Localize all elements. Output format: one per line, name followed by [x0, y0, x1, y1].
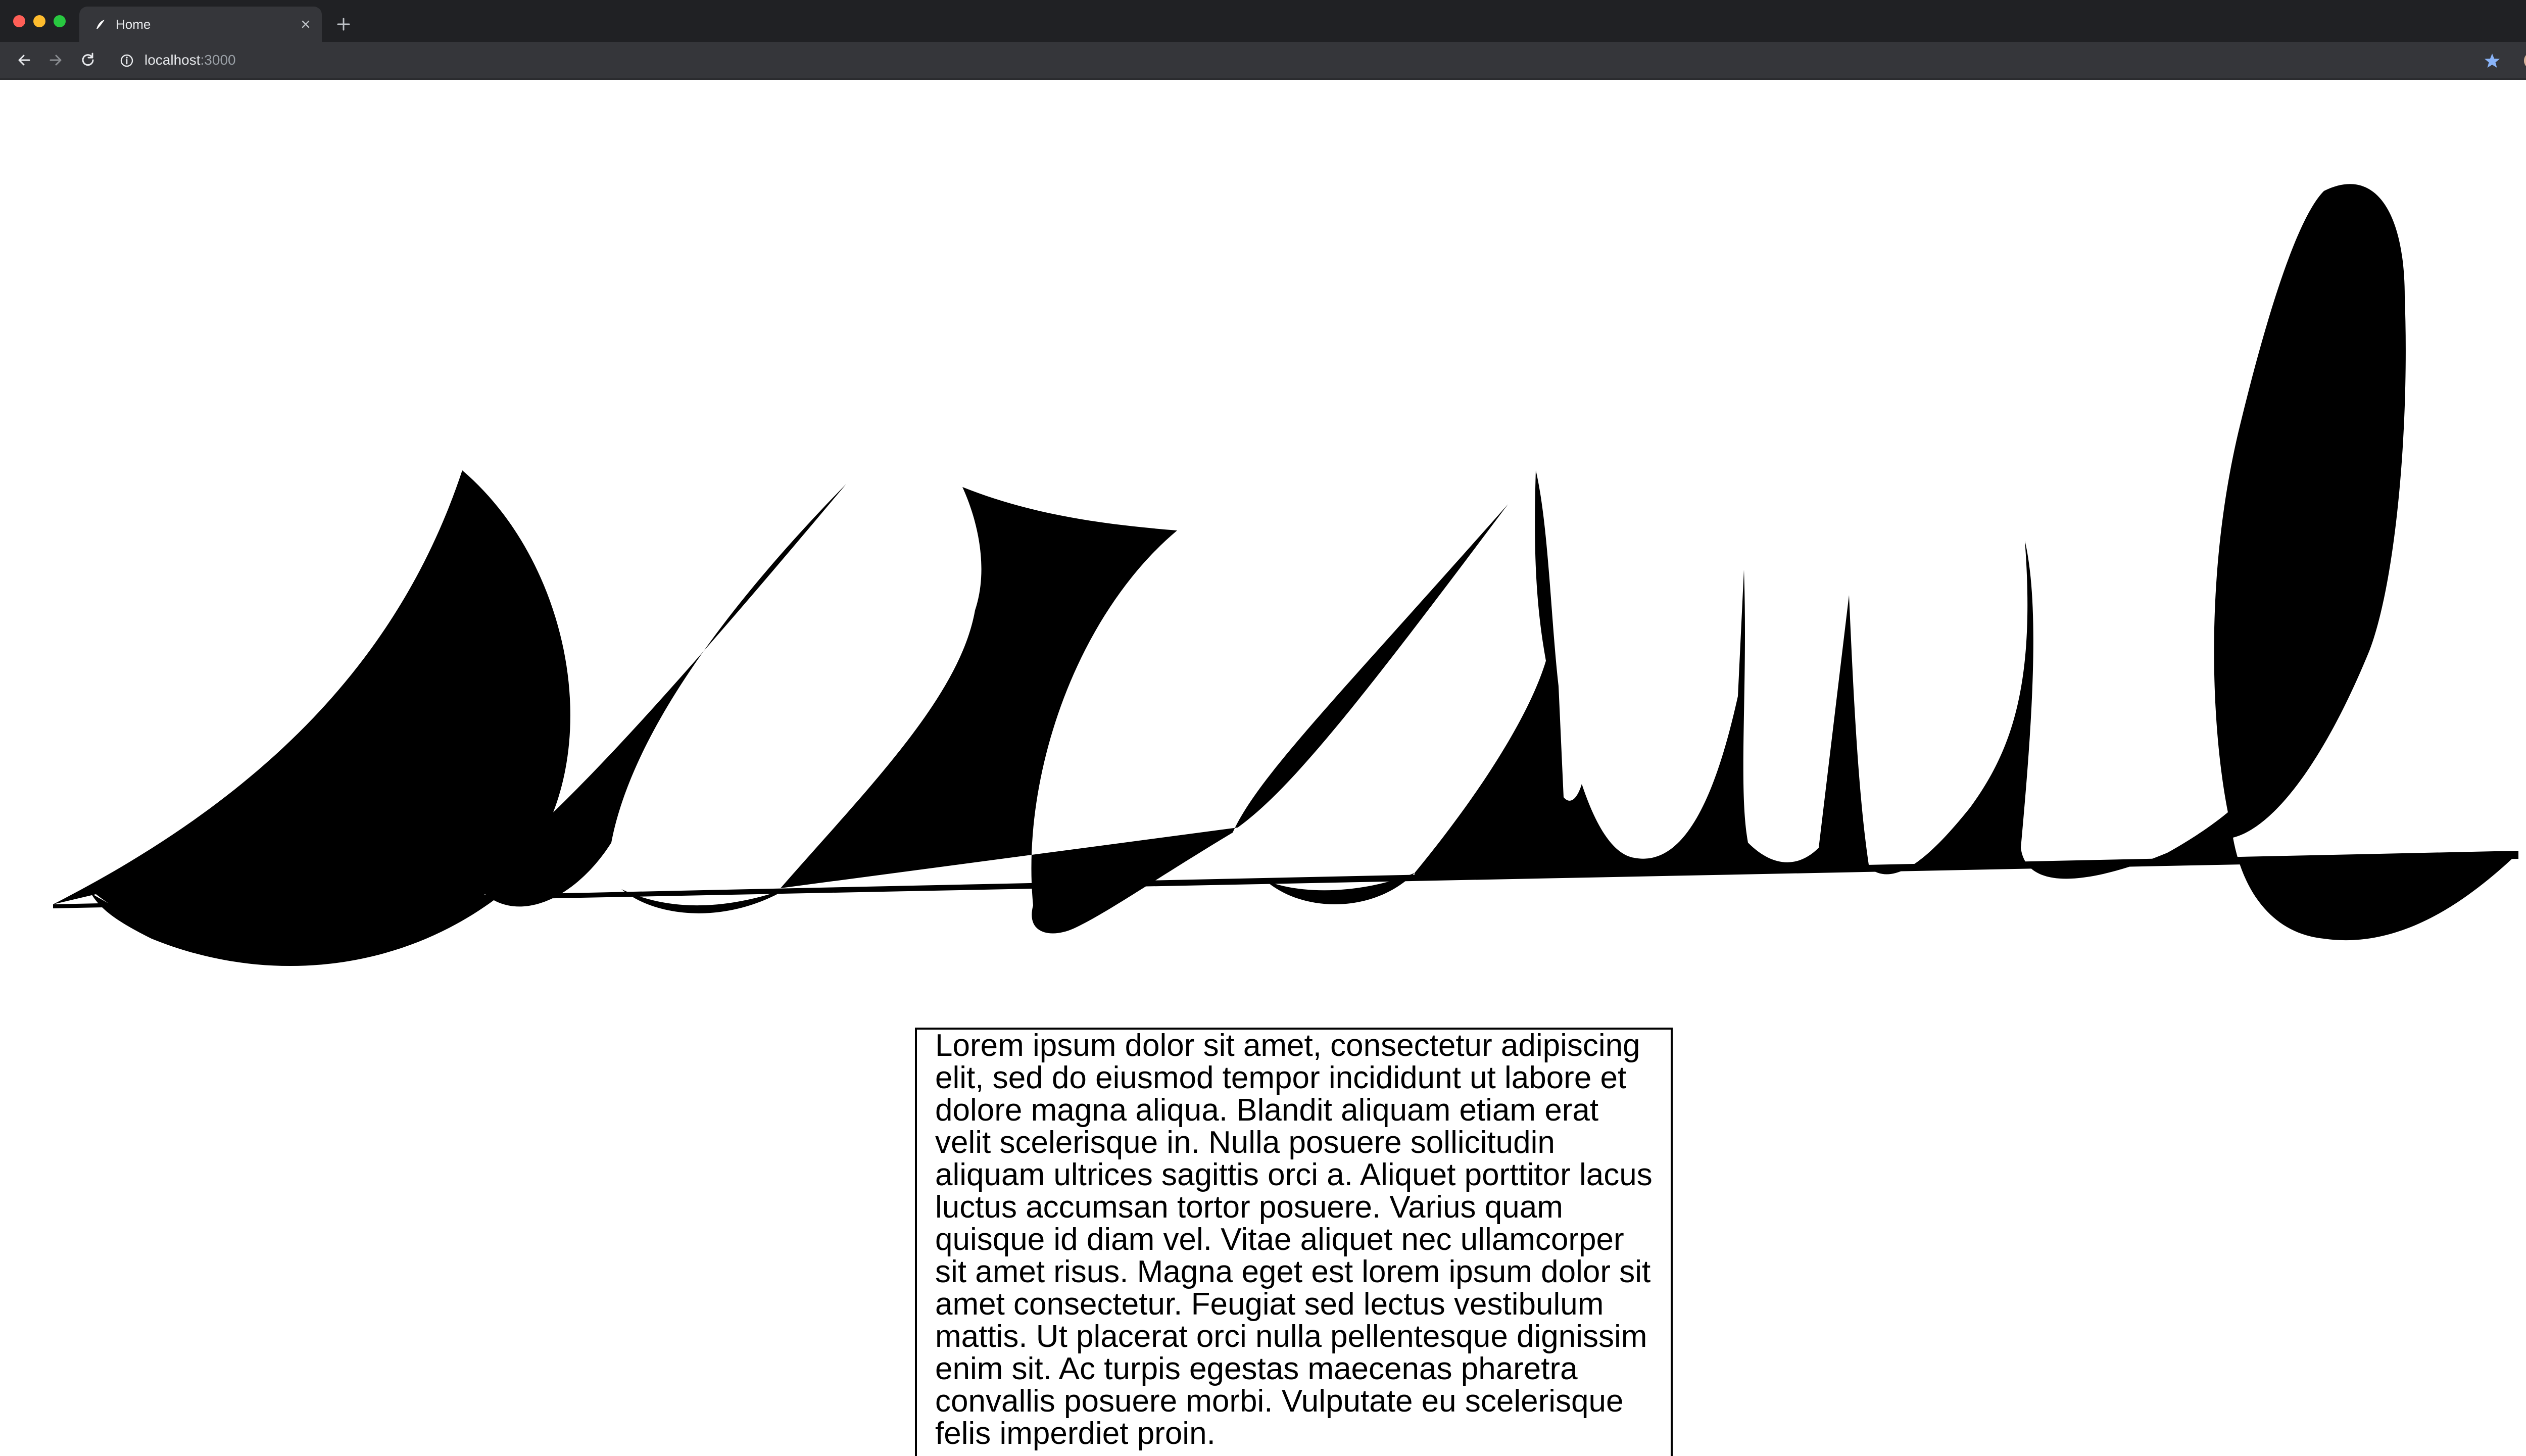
browser-toolbar: localhost:3000	[0, 42, 2526, 78]
art-cutout-1	[639, 484, 846, 888]
close-icon[interactable]	[297, 15, 315, 33]
lorem-text-box: Lorem ipsum dolor sit amet, consectetur …	[915, 1028, 1673, 1456]
plus-icon[interactable]	[333, 14, 354, 34]
url-port: :3000	[200, 52, 236, 68]
arrow-left-icon[interactable]	[15, 51, 33, 69]
page-content: Lorem ipsum dolor sit amet, consectetur …	[0, 80, 2526, 1456]
lorem-paragraph: Lorem ipsum dolor sit amet, consectetur …	[935, 1028, 1653, 1451]
art-cutout-3	[1559, 514, 1587, 801]
star-icon[interactable]	[2483, 52, 2501, 70]
reload-icon[interactable]	[79, 51, 97, 69]
favicon-icon	[94, 19, 106, 30]
wavy-art	[53, 184, 2518, 966]
arrow-right-icon[interactable]	[46, 51, 65, 69]
url-host: localhost	[144, 52, 201, 68]
tab-home[interactable]: Home	[79, 7, 322, 42]
avatar[interactable]	[2524, 52, 2526, 69]
art-shape-4	[781, 487, 1508, 934]
minimize-window-button[interactable]	[33, 15, 45, 27]
maximize-window-button[interactable]	[54, 15, 66, 27]
tab-strip: Home	[0, 0, 2526, 42]
close-window-button[interactable]	[13, 15, 25, 27]
address-bar[interactable]: localhost:3000	[144, 52, 236, 68]
art-shape-1	[53, 470, 846, 961]
info-icon[interactable]	[119, 53, 134, 68]
tab-title: Home	[116, 17, 151, 32]
browser-window: Home localhost:3000 Lorem ipsum dolor si…	[0, 0, 2526, 1456]
